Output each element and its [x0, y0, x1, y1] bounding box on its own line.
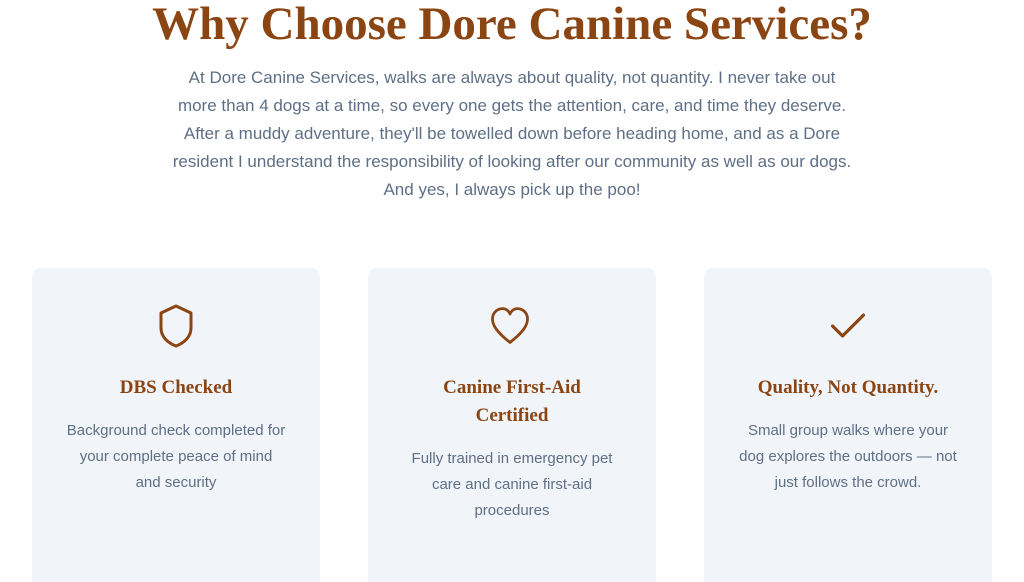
feature-cards: DBS Checked Background check completed f…: [32, 268, 992, 582]
feature-card-first-aid: Canine First-Aid Certified Fully trained…: [368, 268, 656, 582]
feature-description: Small group walks where your dog explore…: [739, 422, 957, 491]
feature-title: Quality, Not Quantity.: [757, 377, 939, 398]
feature-title: Canine First-Aid Certified: [443, 377, 581, 426]
shield-icon: [156, 302, 196, 350]
check-icon: [828, 302, 868, 350]
section-title: Why Choose Dore Canine Services?: [152, 0, 872, 50]
feature-description: Fully trained in emergency pet care and …: [411, 450, 613, 519]
feature-title: DBS Checked: [119, 377, 233, 398]
heart-icon: [491, 302, 532, 350]
feature-card-dbs: DBS Checked Background check completed f…: [32, 268, 320, 582]
feature-card-quality: Quality, Not Quantity. Small group walks…: [704, 268, 992, 582]
section-intro: At Dore Canine Services, walks are alway…: [172, 68, 852, 199]
feature-description: Background check completed for your comp…: [66, 422, 286, 491]
why-choose-section: Why Choose Dore Canine Services? At Dore…: [0, 0, 1024, 582]
